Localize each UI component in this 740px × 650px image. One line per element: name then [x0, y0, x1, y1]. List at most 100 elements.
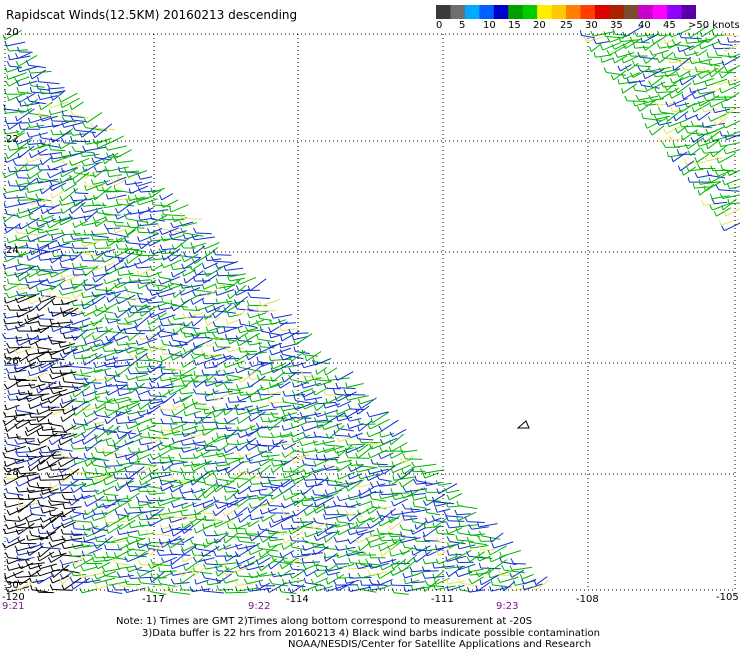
wind-barb-tick [83, 339, 87, 345]
wind-barb-tick [38, 535, 42, 541]
wind-barb-tick [145, 284, 149, 291]
time-label-2: 9:22 [248, 601, 271, 612]
wind-barb-tick [347, 423, 350, 429]
wind-barb-tick [6, 74, 9, 80]
wind-barb [147, 271, 163, 278]
wind-barb-tick [235, 409, 239, 415]
wind-barb-tick [499, 551, 502, 557]
wind-barb-tick [711, 198, 715, 204]
wind-barb-tick [221, 510, 226, 517]
wind-barb-tick [334, 457, 339, 464]
wind-barb-tick [47, 307, 50, 313]
wind-barb-tick [267, 446, 270, 452]
wind-barb [651, 98, 665, 101]
wind-barb-tick [282, 472, 286, 479]
wind-barb [438, 555, 458, 565]
wind-barb-tick [689, 58, 693, 64]
wind-barb [108, 327, 126, 342]
wind-barb [117, 421, 136, 424]
wind-barb [699, 183, 715, 196]
wind-barb-tick [256, 439, 260, 446]
wind-barb-tick [115, 418, 118, 424]
wind-barb [83, 513, 96, 520]
wind-barb [337, 387, 356, 389]
wind-barb [38, 81, 60, 85]
wind-barb-tick [333, 579, 337, 586]
wind-barb [183, 359, 195, 368]
wind-barb-tick [681, 170, 684, 176]
wind-barb [30, 505, 44, 509]
wind-barb-tick [81, 354, 84, 360]
wind-barb [16, 419, 37, 422]
wind-barb-tick [190, 461, 195, 467]
wind-barb [718, 189, 740, 192]
wind-barb [259, 436, 274, 439]
wind-barb [115, 358, 134, 362]
wind-barb [239, 425, 256, 433]
wind-barb-tick [391, 558, 394, 564]
wind-barb-tick [257, 446, 260, 452]
wind-barb-tick [412, 501, 415, 507]
scale-labels: 0 5 10 15 20 25 30 35 40 45 >50 knots [430, 20, 740, 34]
wind-barb-tick [222, 353, 226, 360]
wind-barb-tick [683, 50, 687, 57]
wind-barb [325, 444, 345, 448]
wind-barb [51, 503, 65, 506]
wind-barb [727, 64, 740, 73]
wind-barb [656, 115, 671, 120]
wind-barb-tick [238, 517, 241, 523]
wind-barb-tick [290, 489, 293, 495]
wind-barb-tick [681, 135, 684, 141]
wind-barb [96, 570, 117, 580]
lat-label-28: 28 [6, 467, 19, 478]
wind-barb-tick [212, 312, 216, 319]
wind-barb-tick [193, 494, 198, 500]
wind-barb-tick [167, 256, 172, 262]
wind-barb-tick [247, 292, 252, 298]
wind-barb [31, 513, 47, 517]
wind-barb-tick [5, 209, 8, 215]
wind-barb [346, 383, 364, 388]
wind-barb-tick [69, 466, 73, 472]
wind-barb [226, 302, 241, 313]
wind-barb-tick [203, 314, 206, 320]
wind-barb-tick [684, 127, 689, 133]
wind-barb [522, 573, 534, 580]
wind-barb [130, 279, 151, 282]
wind-barb-tick [201, 551, 204, 557]
wind-barb-tick [27, 460, 31, 467]
wind-barb-tick [203, 440, 208, 446]
wind-barb-tick [683, 158, 687, 165]
wind-barb-tick [323, 513, 326, 520]
wind-barb [325, 367, 338, 376]
wind-barb-tick [446, 494, 450, 501]
wind-barb-tick [83, 248, 86, 255]
scale-label: 10 [483, 20, 496, 31]
wind-barb-tick [36, 122, 40, 129]
wind-barb [193, 461, 210, 472]
wind-barb-tick [5, 367, 10, 374]
wind-barb-tick [225, 333, 228, 339]
wind-barb [248, 350, 262, 361]
wind-barb-tick [82, 285, 87, 291]
wind-barb-tick [150, 265, 153, 271]
wind-barb [240, 392, 259, 396]
wind-barb-tick [248, 320, 251, 326]
wind-barb-tick [28, 152, 32, 158]
wind-barb-tick [58, 381, 61, 387]
wind-barb [127, 290, 143, 295]
wind-barb [49, 232, 64, 236]
wind-barb [63, 239, 84, 244]
wind-barb [29, 393, 50, 397]
wind-barb-tick [93, 194, 96, 201]
wind-barb-tick [26, 487, 30, 493]
wind-barb [269, 531, 288, 535]
wind-barb-tick [323, 383, 327, 389]
wind-barb-tick [61, 237, 64, 243]
wind-barb-tick [235, 558, 240, 565]
wind-barb [85, 146, 107, 152]
wind-barb [151, 471, 171, 474]
wind-barb [75, 129, 96, 134]
wind-barb-tick [281, 466, 284, 472]
wind-barb [193, 245, 206, 255]
